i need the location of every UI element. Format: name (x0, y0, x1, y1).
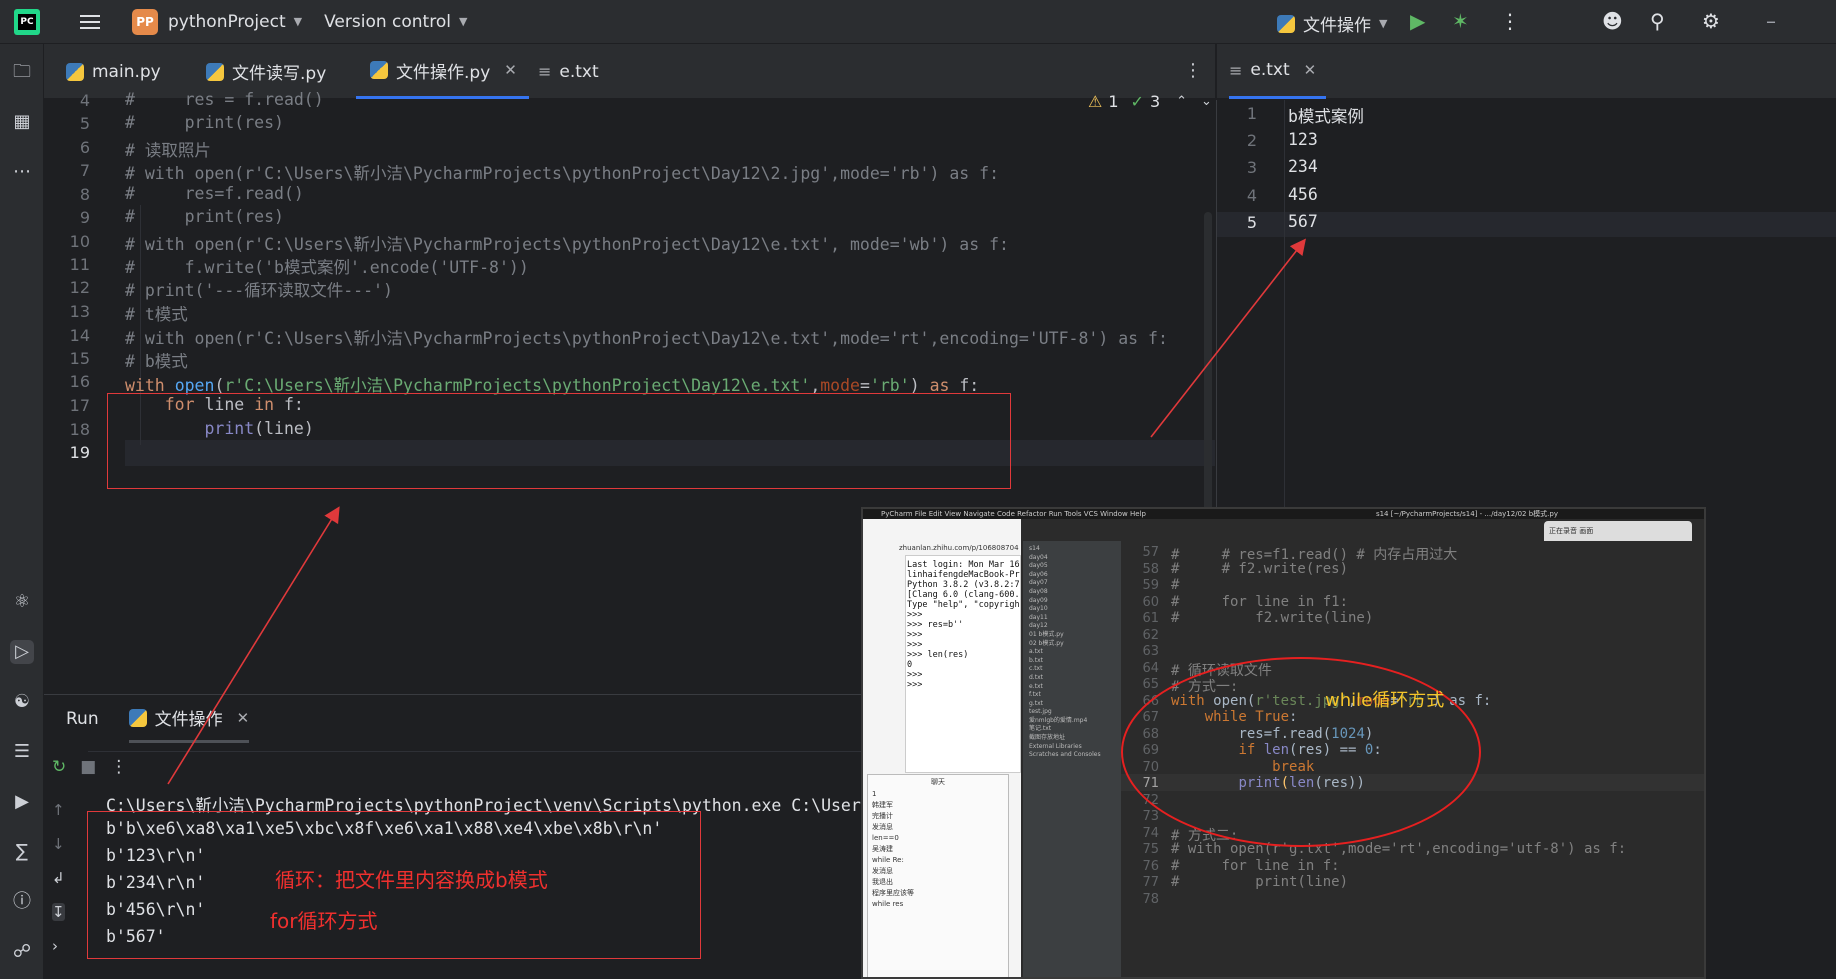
arrow-to-code (167, 506, 340, 785)
arrow-to-e-txt (1150, 238, 1306, 438)
annotation-arrows (167, 238, 1306, 785)
